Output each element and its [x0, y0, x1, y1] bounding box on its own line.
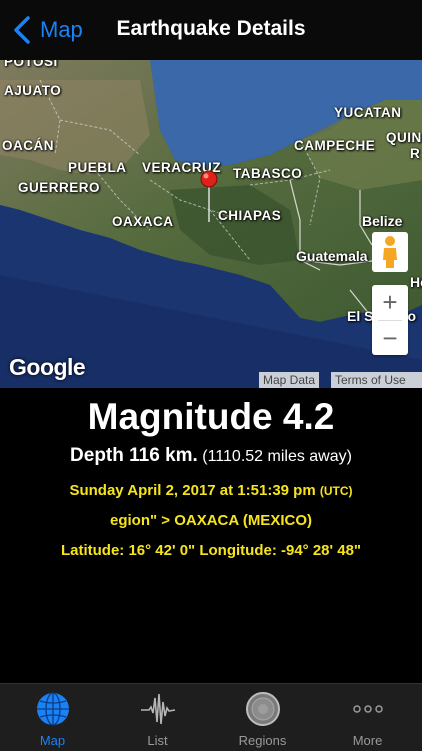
map-label-r: R: [410, 146, 421, 161]
map-label-campeche: CAMPECHE: [294, 138, 376, 153]
map-view[interactable]: POTOSÍ AJUATO OACÁN PUEBLA VERACRUZ TABA…: [0, 60, 422, 388]
timezone-label: (UTC): [319, 484, 353, 498]
map-label-chiapas: CHIAPAS: [218, 208, 282, 223]
map-label-belize: Belize: [362, 213, 403, 229]
google-logo: Google: [9, 354, 86, 380]
tab-list-label: List: [147, 733, 168, 748]
earthquake-info: Magnitude 4.2 Depth 116 km. (1110.52 mil…: [0, 388, 422, 683]
map-data-link[interactable]: Map Data: [259, 372, 320, 388]
tab-map-label: Map: [39, 733, 66, 748]
tab-map[interactable]: Map: [0, 684, 105, 751]
more-dots-icon: [353, 705, 383, 713]
tab-regions-label: Regions: [238, 733, 287, 748]
map-label-michoacan: OACÁN: [2, 138, 54, 153]
zoom-control: + −: [372, 285, 408, 355]
datetime-line: Sunday April 2, 2017 at 1:51:39 pm (UTC): [0, 482, 422, 499]
map-label-quintana: QUIN: [386, 130, 422, 145]
map-label-potosi: POTOSÍ: [4, 60, 58, 69]
map-label-honduras: Ho: [410, 274, 422, 290]
region-value: egion" > OAXACA (MEXICO): [110, 512, 312, 529]
tab-list[interactable]: List: [105, 684, 210, 751]
navigation-bar: Map Earthquake Details: [0, 0, 422, 60]
map-label-guatemala: Guatemala: [296, 248, 368, 264]
seismograph-icon: [141, 693, 176, 725]
depth-line: Depth 116 km. (1110.52 miles away): [0, 445, 422, 467]
map-label-guanajuato: AJUATO: [4, 83, 62, 98]
coordinates-value: Latitude: 16° 42' 0" Longitude: -94° 28'…: [60, 542, 362, 559]
zoom-out-button[interactable]: −: [372, 321, 408, 356]
tab-more[interactable]: More: [315, 684, 420, 751]
globe-icon: [37, 692, 69, 726]
map-label-yucatan: YUCATAN: [334, 105, 402, 120]
map-label-guerrero: GUERRERO: [18, 180, 101, 195]
magnitude-label: Magnitude 4.2: [87, 396, 335, 437]
distance-value: (1110.52 miles away): [202, 448, 352, 465]
pegman-icon: [383, 236, 397, 268]
depth-value: Depth 116 km.: [70, 445, 198, 466]
street-view-button[interactable]: [372, 232, 408, 272]
datetime-value: Sunday April 2, 2017 at 1:51:39 pm: [69, 482, 316, 499]
terms-of-use-link[interactable]: Terms of Use: [331, 372, 422, 388]
map-label-oaxaca: OAXACA: [112, 214, 174, 229]
tab-more-label: More: [352, 733, 383, 748]
map-label-elsalvador: El S: [347, 308, 374, 324]
map-label-tabasco: TABASCO: [233, 166, 303, 181]
epicenter-pin-icon[interactable]: [199, 170, 219, 222]
zoom-in-button[interactable]: +: [372, 285, 408, 320]
radar-icon: [246, 692, 280, 726]
map-label-puebla: PUEBLA: [68, 160, 127, 175]
tab-regions[interactable]: Regions: [210, 684, 315, 751]
page-title: Earthquake Details: [116, 17, 306, 40]
tab-bar: Map List Regions More: [0, 683, 422, 751]
